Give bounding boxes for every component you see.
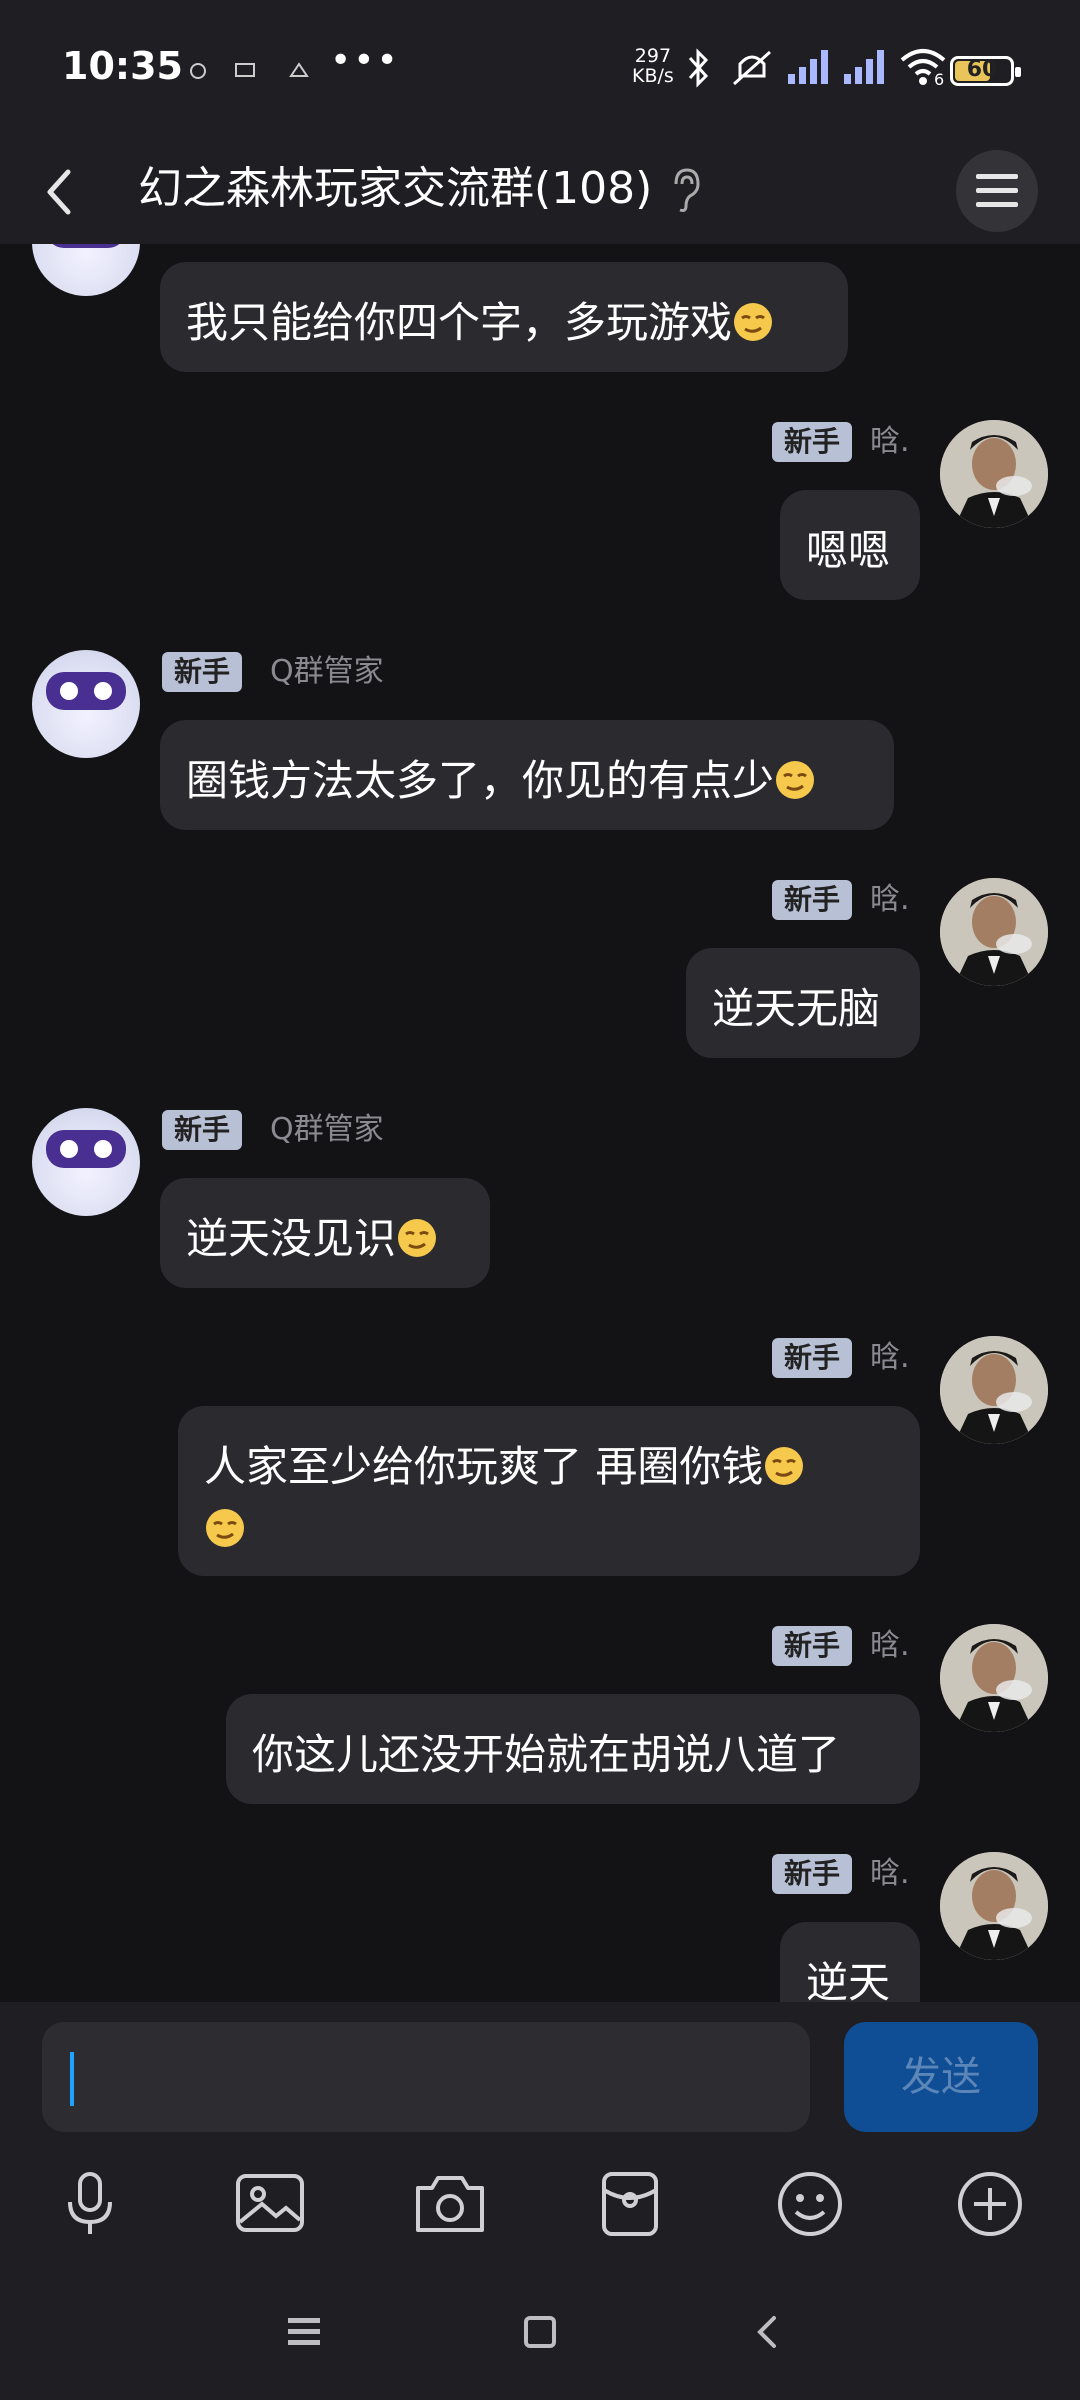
- avatar[interactable]: [940, 878, 1048, 986]
- sender-name[interactable]: 晗.: [870, 880, 910, 920]
- sender-name[interactable]: 晗.: [870, 422, 910, 462]
- member-tag: 新手: [772, 1338, 853, 1378]
- message-input[interactable]: [42, 2022, 810, 2132]
- message-text: 你这儿还没开始就在胡说八道了: [252, 1730, 841, 1779]
- avatar[interactable]: [940, 1336, 1048, 1444]
- avatar-eye: [94, 1140, 112, 1158]
- net-speed-value: 297: [634, 45, 672, 67]
- member-tag: 新手: [772, 880, 853, 920]
- battery-nub: [1015, 67, 1021, 77]
- user-photo: [940, 1336, 1048, 1444]
- net-speed: 297 KB/s: [632, 46, 674, 86]
- sender-name[interactable]: 晗.: [870, 1338, 910, 1378]
- message-bubble[interactable]: 逆天: [780, 1922, 920, 2002]
- smirk-emoji-icon: [776, 761, 815, 799]
- user-photo: [940, 420, 1048, 528]
- mic-icon[interactable]: [50, 2164, 130, 2244]
- message-bubble[interactable]: 圈钱方法太多了，你见的有点少: [160, 720, 894, 830]
- message-bubble[interactable]: 你这儿还没开始就在胡说八道了: [226, 1694, 920, 1804]
- member-tag: 新手: [772, 422, 853, 462]
- member-tag: 新手: [162, 652, 243, 692]
- avatar[interactable]: [32, 650, 140, 758]
- avatar-visor: [46, 244, 126, 248]
- avatar-eye: [60, 1140, 78, 1158]
- avatar[interactable]: [32, 244, 140, 296]
- user-photo: [940, 878, 1048, 986]
- red-packet-icon[interactable]: [590, 2164, 670, 2244]
- avatar-visor: [46, 1130, 126, 1168]
- sender-name[interactable]: Q群管家: [270, 1110, 384, 1150]
- battery-level: 60: [966, 57, 998, 82]
- wifi-badge: 6: [934, 70, 945, 89]
- message-text: 逆天没见识: [186, 1214, 397, 1263]
- notification-icon-3: [289, 62, 309, 77]
- mute-icon: [733, 50, 771, 86]
- ear-icon[interactable]: [668, 166, 702, 214]
- sender-name[interactable]: 晗.: [870, 1854, 910, 1894]
- menu-icon: [976, 174, 1018, 207]
- message-bubble[interactable]: 逆天无脑: [686, 948, 920, 1058]
- signal-icon-2: [844, 50, 884, 84]
- chat-header: 幻之森林玩家交流群(108): [0, 140, 1080, 244]
- smirk-emoji-icon: [765, 1447, 804, 1485]
- net-speed-unit: KB/s: [632, 65, 674, 87]
- member-tag: 新手: [772, 1854, 853, 1894]
- message-text: 嗯嗯: [806, 526, 891, 575]
- composer-area: 发送: [0, 2002, 1080, 2400]
- avatar[interactable]: [940, 420, 1048, 528]
- signal-icon: [788, 50, 828, 84]
- status-time: 10:35: [62, 44, 183, 88]
- notification-icon-2: [235, 63, 255, 77]
- text-caret: [70, 2052, 74, 2106]
- user-photo: [940, 1624, 1048, 1732]
- notification-icon: [190, 63, 206, 79]
- plus-icon[interactable]: [950, 2164, 1030, 2244]
- image-icon[interactable]: [230, 2164, 310, 2244]
- battery-icon: 60: [950, 56, 1021, 86]
- avatar[interactable]: [940, 1852, 1048, 1960]
- emoji-icon[interactable]: [770, 2164, 850, 2244]
- member-tag: 新手: [772, 1626, 853, 1666]
- bluetooth-icon: [688, 48, 709, 88]
- member-tag: 新手: [162, 1110, 243, 1150]
- smirk-emoji-icon: [734, 303, 773, 341]
- sender-name[interactable]: 晗.: [870, 1626, 910, 1666]
- more-notifications-icon: •••: [330, 40, 400, 81]
- message-text: 圈钱方法太多了，你见的有点少: [186, 756, 775, 805]
- message-text: 人家至少给你玩爽了 再圈你钱: [204, 1442, 764, 1491]
- message-list[interactable]: 我只能给你四个字，多玩游戏 新手 晗. 嗯嗯 新手 Q群管家 圈钱方法太多了，你…: [0, 244, 1080, 2002]
- avatar[interactable]: [32, 1108, 140, 1216]
- smirk-emoji-icon: [398, 1219, 437, 1257]
- message-bubble[interactable]: 我只能给你四个字，多玩游戏: [160, 262, 848, 372]
- nav-menu-icon[interactable]: [284, 2312, 324, 2352]
- user-photo: [940, 1852, 1048, 1960]
- nav-back-icon[interactable]: [748, 2312, 788, 2352]
- sender-name[interactable]: Q群管家: [270, 652, 384, 692]
- message-text: 我只能给你四个字，多玩游戏: [186, 298, 733, 347]
- avatar-visor: [46, 672, 126, 710]
- avatar-eye: [60, 682, 78, 700]
- avatar[interactable]: [940, 1624, 1048, 1732]
- message-text: 逆天: [806, 1958, 891, 2002]
- message-bubble[interactable]: 人家至少给你玩爽了 再圈你钱: [178, 1406, 920, 1576]
- message-bubble[interactable]: 嗯嗯: [780, 490, 920, 600]
- avatar-eye: [94, 682, 112, 700]
- nav-home-icon[interactable]: [520, 2312, 560, 2352]
- send-button[interactable]: 发送: [844, 2022, 1038, 2132]
- smirk-emoji-icon: [206, 1509, 244, 1547]
- menu-button[interactable]: [956, 150, 1038, 232]
- back-icon[interactable]: [30, 158, 90, 226]
- message-bubble[interactable]: 逆天没见识: [160, 1178, 490, 1288]
- message-text: 逆天无脑: [712, 984, 881, 1033]
- status-bar: 10:35 ••• 297 KB/s 6 60: [0, 0, 1080, 140]
- group-title[interactable]: 幻之森林玩家交流群(108): [138, 154, 652, 224]
- camera-icon[interactable]: [410, 2164, 490, 2244]
